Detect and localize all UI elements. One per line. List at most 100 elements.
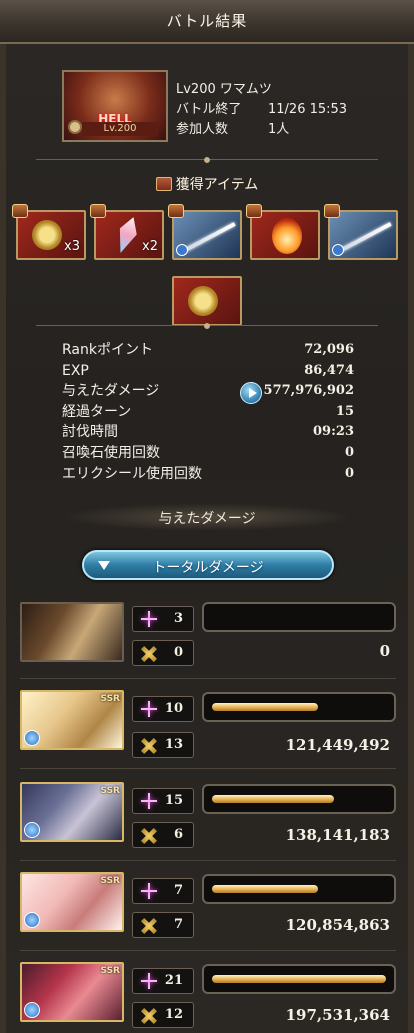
header-bar: バトル結果 [0,0,414,44]
stat-value: 15 [335,403,354,419]
chest-badge-icon [12,204,28,218]
stat-label: エリクシール使用回数 [62,465,202,482]
chest-badge-icon [246,204,262,218]
crossed-swords-icon [141,1008,157,1024]
party-member-row: 3 0 0 [20,602,396,684]
stat-row: エリクシール使用回数 0 [62,464,354,485]
row-divider [20,678,396,679]
damage-bar [202,964,396,994]
damage-value: 0 [379,642,390,660]
damage-bar [202,874,396,904]
sparkle-icon [141,883,157,899]
gold-medal-icon [188,286,218,316]
stat-row: 与えたダメージ 577,976,902 [62,381,354,405]
skill-count: 10 [164,701,183,716]
water-element-icon [24,1002,40,1018]
row-divider [20,950,396,951]
damage-bar-fill [212,885,318,893]
battle-end-time: 11/26 15:53 [268,102,348,117]
sparkle-icon [141,611,157,627]
member-portrait[interactable]: SSR [20,962,124,1022]
spear-icon [340,222,392,252]
rarity-badge: SSR [100,966,121,976]
crossed-swords-icon [141,918,157,934]
attack-count-box: 12 [132,1002,194,1028]
items-heading: 獲得アイテム [0,174,414,194]
quest-thumbnail: HELL Lv.200 [62,70,168,142]
quest-level-tag: Lv.200 [82,122,158,136]
stat-label: 経過ターン [62,403,132,420]
water-element-icon [24,912,40,928]
attack-count: 0 [173,645,183,660]
attack-count: 12 [164,1007,183,1022]
damage-value: 121,449,492 [285,736,390,754]
section-divider [16,322,398,330]
stat-label: EXP [62,362,89,379]
item-slot[interactable]: x2 [90,204,164,260]
damage-bar [202,784,396,814]
chest-badge-icon [168,204,184,218]
battle-end-label: バトル終了 [176,102,242,117]
member-portrait[interactable]: SSR [20,872,124,932]
skill-count: 15 [164,793,183,808]
item-slot[interactable] [324,204,398,260]
rarity-badge: SSR [100,694,121,704]
damage-bar [202,692,396,722]
silver-sword-icon [184,222,236,252]
item-slot[interactable] [168,204,242,260]
stat-row: 召喚石使用回数 0 [62,443,354,464]
party-member-row: SSR 10 13 121,449,492 [20,690,396,772]
skill-count: 7 [173,883,183,898]
sparkle-icon [141,701,157,717]
crossed-swords-icon [141,646,157,662]
stat-value: 577,976,902 [263,383,354,399]
stat-row: 経過ターン 15 [62,402,354,423]
damage-bar-fill [212,975,386,983]
skill-count: 3 [173,611,183,626]
attack-count: 7 [173,917,183,932]
attack-count-box: 6 [132,822,194,848]
quest-info: Lv200 ワマムツ バトル終了 11/26 15:53 参加人数 1人 [176,80,347,140]
sparkle-icon [141,793,157,809]
member-portrait[interactable] [20,602,124,662]
water-element-icon [24,822,40,838]
attack-count: 13 [164,737,183,752]
party-member-row: SSR 15 6 138,141,183 [20,782,396,864]
section-divider [16,156,398,164]
skill-count: 21 [164,973,183,988]
items-heading-label: 獲得アイテム [175,177,259,193]
battle-stats: Rankポイント 72,096 EXP 86,474 与えたダメージ 577,976,… [62,340,354,484]
item-slot[interactable] [172,276,242,326]
party-member-row: SSR 21 12 197,531,364 [20,962,396,1033]
sparkle-icon [141,973,157,989]
chest-badge-icon [90,204,106,218]
chest-badge-icon [324,204,340,218]
element-tag-icon [176,244,188,256]
member-portrait[interactable]: SSR [20,782,124,842]
crossed-swords-icon [141,738,157,754]
participants-value: 1人 [268,122,290,137]
gear-icon [68,120,82,134]
gold-medal-icon [32,220,62,250]
damage-bar-fill [212,795,334,803]
row-divider [20,860,396,861]
stat-label: 与えたダメージ [62,383,160,400]
stat-row: Rankポイント 72,096 [62,340,354,361]
member-portrait[interactable]: SSR [20,690,124,750]
page-title: バトル結果 [166,12,248,30]
attack-count-box: 13 [132,732,194,758]
row-divider [20,768,396,769]
item-slot[interactable] [246,204,320,260]
total-damage-button[interactable]: トータルダメージ [82,550,334,580]
skill-count-box: 3 [132,606,194,632]
skill-count-box: 7 [132,878,194,904]
rarity-badge: SSR [100,786,121,796]
stat-value: 09:23 [313,424,354,440]
crystal-icon [112,214,142,256]
water-element-icon [24,730,40,746]
item-slot[interactable]: x3 [12,204,86,260]
damage-bar [202,602,396,632]
skill-count-box: 15 [132,788,194,814]
skill-count-box: 21 [132,968,194,994]
damage-bar-fill [212,703,318,711]
